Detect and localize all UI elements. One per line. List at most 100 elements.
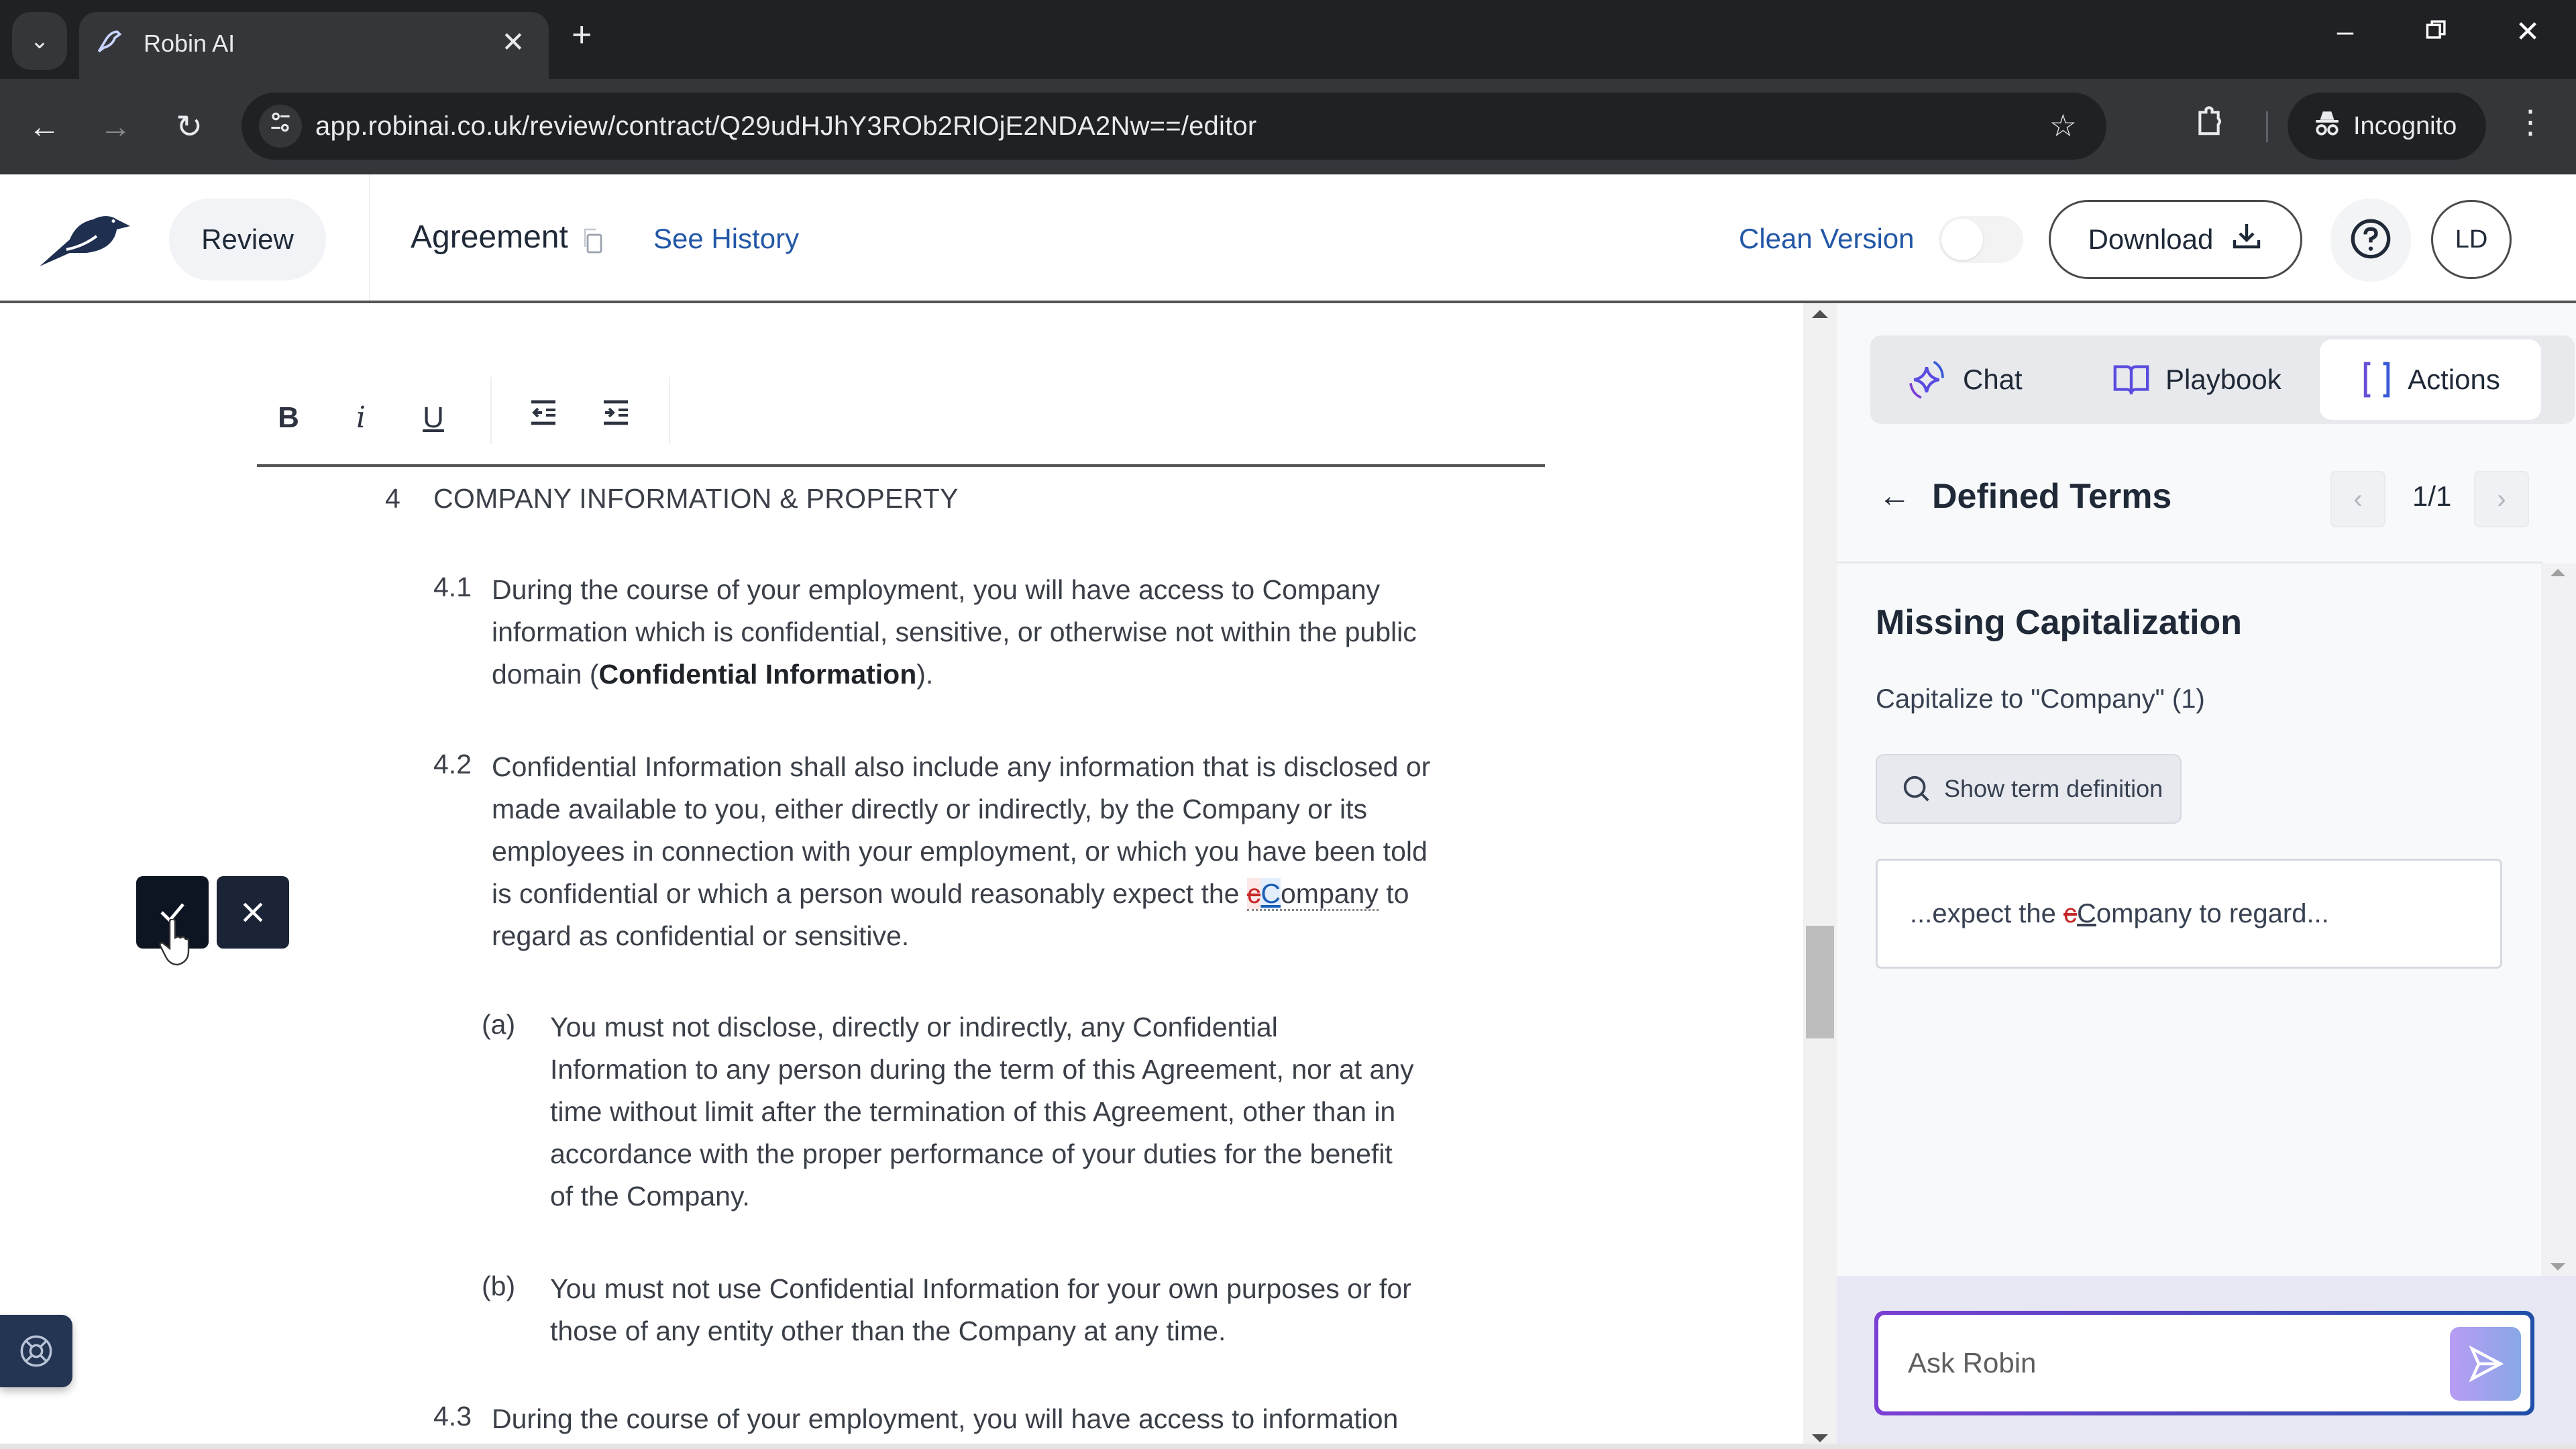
help-button[interactable] [2330,199,2411,282]
subclause-a[interactable]: You must not disclose, directly or indir… [550,1006,1422,1218]
reload-button[interactable]: ↻ [168,106,211,149]
robin-bird-icon [94,27,127,60]
inserted-text: C [1260,878,1281,909]
tab-label: Actions [2408,364,2500,395]
underline-button[interactable]: U [410,394,457,441]
issue-snippet[interactable]: ...expect the c Company to regard... [1876,859,2502,969]
send-icon [2469,1345,2504,1383]
scroll-up-arrow[interactable] [1812,310,1828,318]
section-number: 4 [385,483,400,514]
previous-button[interactable]: ‹ [2330,471,2385,527]
download-label: Download [2088,223,2214,255]
new-tab-button[interactable]: + [572,17,592,52]
browser-toolbar: ← → ↻ app.robinai.co.uk/review/contract/… [0,79,2576,174]
tab-label: Playbook [2165,364,2282,395]
tab-playbook[interactable]: Playbook [2112,335,2282,424]
scrollbar-thumb[interactable] [1806,926,1834,1038]
brackets-icon [2363,362,2390,398]
sparkle-icon [1909,360,1944,399]
inserted-text: C [2077,898,2096,928]
lifebuoy-icon [20,1335,52,1367]
support-button[interactable] [0,1315,72,1387]
send-button[interactable] [2450,1327,2521,1401]
formatting-toolbar: B i U [257,377,1545,467]
clause-number: 4.1 [433,572,472,602]
search-icon [1903,775,1929,802]
defined-terms-header: ← Defined Terms ‹ 1/1 › [1837,451,2542,564]
scroll-down-arrow[interactable] [1812,1434,1828,1442]
tab-close-button[interactable]: ✕ [496,25,530,58]
defined-term: Confidential Information [598,659,917,690]
toggle-knob [1941,219,1983,260]
issue-title: Missing Capitalization [1876,603,2243,642]
user-avatar[interactable]: LD [2431,200,2512,279]
tab-chat[interactable]: Chat [1905,335,2023,424]
ask-robin-box [1874,1311,2534,1415]
back-button[interactable]: ← [23,106,66,149]
tab-search-button[interactable]: ⌄ [12,12,67,70]
address-bar[interactable]: app.robinai.co.uk/review/contract/Q29udH… [241,93,2106,160]
indent-button[interactable] [592,394,639,441]
hand-cursor-icon [159,919,190,966]
indent-icon [604,400,628,425]
incognito-badge[interactable]: Incognito [2288,93,2486,160]
clause-4-3[interactable]: During the course of your employment, yo… [492,1398,1444,1440]
ask-robin-inner [1878,1315,2530,1411]
window-bottom-edge [0,1444,2576,1449]
clause-4-1[interactable]: During the course of your employment, yo… [492,569,1444,696]
question-circle-icon [2349,217,2392,264]
extensions-icon[interactable] [2194,105,2224,146]
kebab-menu-icon[interactable]: ⋮ [2514,103,2546,141]
clause-number: 4.2 [433,749,472,780]
clause-text: ). [916,659,934,690]
ask-robin-input[interactable] [1908,1339,2418,1387]
book-icon [2113,365,2149,394]
toolbar-separator [2266,111,2268,142]
forward-button[interactable]: → [94,106,137,149]
review-button[interactable]: Review [169,199,326,280]
browser-tab-strip: ⌄ Robin AI ✕ + – ✕ [0,0,2576,79]
outdent-button[interactable] [520,394,567,441]
scroll-down-arrow[interactable] [2551,1263,2565,1271]
clean-version-toggle[interactable] [1939,216,2023,263]
subclause-b[interactable]: You must not use Confidential Informatio… [550,1268,1422,1352]
bookmark-star-icon[interactable]: ☆ [2049,107,2077,144]
minimize-button[interactable]: – [2318,15,2372,48]
incognito-label: Incognito [2353,111,2457,140]
browser-tab[interactable]: Robin AI ✕ [79,12,549,79]
editor-scrollbar[interactable] [1803,303,1837,1449]
robin-logo[interactable] [36,209,137,270]
close-window-button[interactable]: ✕ [2501,15,2555,49]
panel-scrollbar[interactable] [2541,564,2576,1276]
chevron-down-icon: ⌄ [30,28,50,54]
subclause-label: (a) [482,1009,516,1040]
subclause-label: (b) [482,1271,516,1301]
copy-icon[interactable] [582,227,602,254]
header-divider [369,174,370,301]
app-header: Review Agreement See History Clean Versi… [0,174,2576,303]
section-title: COMPANY INFORMATION & PROPERTY [433,483,959,514]
restore-button[interactable] [2410,15,2463,48]
next-button[interactable]: › [2474,471,2529,527]
italic-button[interactable]: i [337,394,384,441]
deleted-text: c [1246,878,1261,909]
side-panel: Chat Playbook Actions ← Defined Terms ‹ … [1837,303,2576,1449]
tab-actions[interactable]: Actions [2320,339,2541,420]
reject-suggestion-button[interactable] [217,876,289,949]
clause-4-2[interactable]: Confidential Information shall also incl… [492,746,1444,957]
bold-button[interactable]: B [265,394,312,441]
see-history-link[interactable]: See History [653,223,799,255]
toolbar-separator [490,377,492,444]
scroll-up-arrow[interactable] [2551,569,2565,576]
download-button[interactable]: Download [2049,200,2302,279]
toolbar-separator [669,377,670,444]
ask-robin-area [1837,1276,2576,1449]
pager-count: 1/1 [2412,480,2452,512]
issue-subtitle: Capitalize to "Company" (1) [1876,684,2205,714]
flagged-term[interactable]: cCompany [1246,878,1379,911]
url-text[interactable]: app.robinai.co.uk/review/contract/Q29udH… [315,111,1256,142]
show-term-definition-button[interactable]: Show term definition [1876,754,2182,824]
document-editor[interactable]: B i U 4 COMPANY INFORMATION & PROPERTY 4… [0,303,1803,1449]
back-arrow-icon[interactable]: ← [1878,478,1911,515]
site-info-button[interactable] [259,105,302,148]
